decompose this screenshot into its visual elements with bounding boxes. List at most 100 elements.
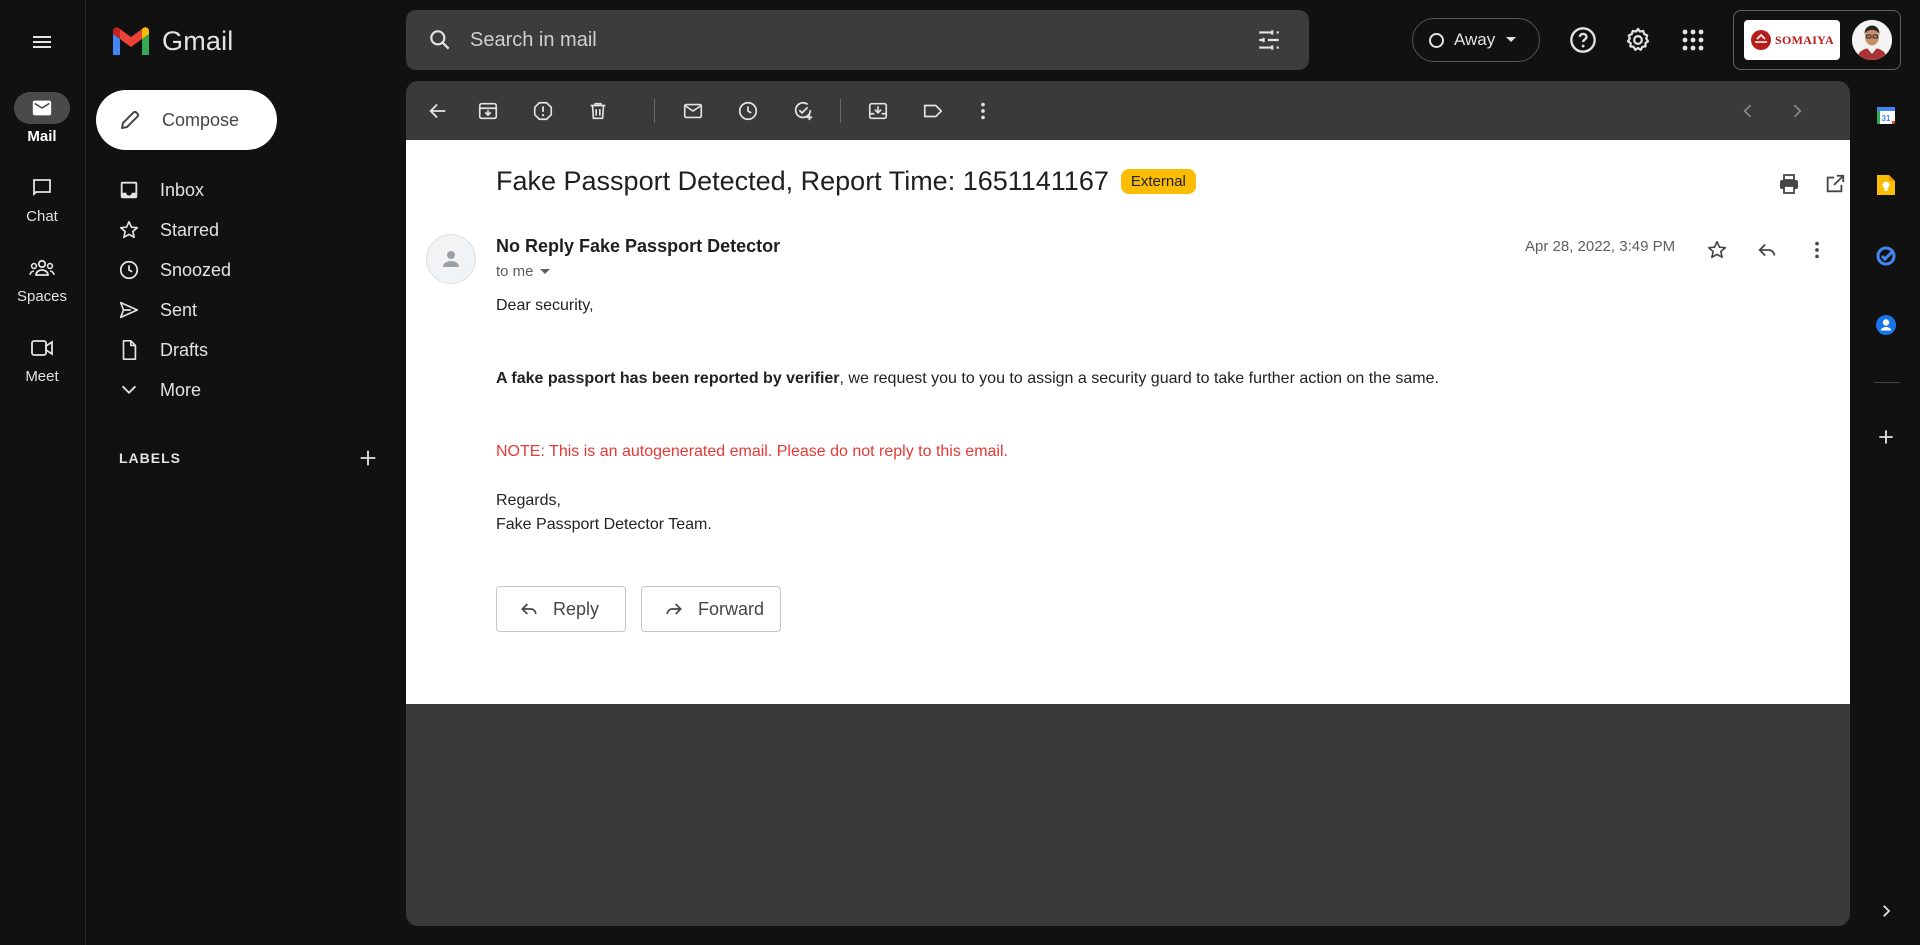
move-to-icon xyxy=(868,102,888,120)
recipient-details[interactable]: to me xyxy=(496,263,550,280)
rail-item-spaces[interactable]: Spaces xyxy=(0,252,84,305)
rail-item-chat[interactable]: Chat xyxy=(0,172,84,225)
search-bar[interactable] xyxy=(406,10,1309,70)
mark-unread-button[interactable] xyxy=(673,91,713,131)
nav-item-starred[interactable]: Starred xyxy=(96,210,396,250)
trash-icon xyxy=(590,102,606,120)
tasks-addon[interactable] xyxy=(1866,236,1906,276)
keep-addon[interactable] xyxy=(1866,165,1906,205)
send-icon xyxy=(119,301,139,319)
menu-icon xyxy=(33,36,51,48)
profile-photo-icon xyxy=(1852,20,1892,60)
nav-label: Snoozed xyxy=(160,259,232,280)
arrow-back-icon xyxy=(429,103,446,119)
mail-icon xyxy=(32,100,52,116)
nav-item-sent[interactable]: Sent xyxy=(96,290,396,330)
search-button[interactable] xyxy=(410,10,470,70)
contacts-addon[interactable] xyxy=(1866,305,1906,345)
tune-icon xyxy=(1259,30,1279,50)
snooze-button[interactable] xyxy=(728,91,768,131)
chat-icon xyxy=(33,179,51,197)
archive-button[interactable] xyxy=(468,91,508,131)
meet-icon xyxy=(31,340,53,356)
apps-grid-icon xyxy=(1682,29,1704,51)
rail-item-meet[interactable]: Meet xyxy=(0,332,84,385)
apps-button[interactable] xyxy=(1673,20,1713,60)
forward-button[interactable]: Forward xyxy=(641,586,781,632)
star-button[interactable] xyxy=(1699,232,1735,268)
message-pane: Fake Passport Detected, Report Time: 165… xyxy=(406,140,1850,704)
svg-text:31: 31 xyxy=(1882,114,1891,123)
compose-button[interactable]: Compose xyxy=(96,90,277,150)
sender-avatar[interactable] xyxy=(426,234,476,284)
nav-item-drafts[interactable]: Drafts xyxy=(96,330,396,370)
avatar xyxy=(1852,20,1892,60)
sender-name[interactable]: No Reply Fake Passport Detector xyxy=(496,236,780,257)
nav-item-more[interactable]: More xyxy=(96,370,396,410)
create-label-button[interactable] xyxy=(352,442,384,474)
nav-item-snoozed[interactable]: Snoozed xyxy=(96,250,396,290)
newer-button[interactable] xyxy=(1728,91,1768,131)
report-spam-button[interactable] xyxy=(523,91,563,131)
calendar-addon[interactable]: 31 xyxy=(1866,95,1906,135)
plus-icon xyxy=(1879,430,1893,444)
organization-logo: SOMAIYA xyxy=(1744,20,1840,60)
body-text: , we request you to you to assign a secu… xyxy=(839,370,1439,387)
label-icon xyxy=(923,104,943,118)
star-outline-icon xyxy=(1707,240,1727,259)
print-button[interactable] xyxy=(1771,166,1807,202)
archive-icon xyxy=(478,102,498,120)
reply-button[interactable]: Reply xyxy=(496,586,626,632)
inbox-icon xyxy=(120,181,138,199)
settings-button[interactable] xyxy=(1618,20,1658,60)
subject-row: Fake Passport Detected, Report Time: 165… xyxy=(496,166,1196,197)
rail-label: Chat xyxy=(26,208,58,225)
nav-label: More xyxy=(160,379,202,400)
compose-label: Compose xyxy=(162,109,240,130)
reply-icon xyxy=(521,603,537,615)
get-addons-button[interactable] xyxy=(1866,417,1906,457)
message-more-button[interactable] xyxy=(1799,232,1835,268)
snooze-clock-icon xyxy=(738,101,758,121)
mark-unread-icon xyxy=(683,103,703,119)
search-options-button[interactable] xyxy=(1241,12,1297,68)
contacts-icon xyxy=(1876,315,1896,335)
support-button[interactable] xyxy=(1563,20,1603,60)
rail-item-mail[interactable]: Mail xyxy=(0,92,84,145)
open-in-new-icon xyxy=(1826,174,1845,193)
forward-label: Forward xyxy=(698,598,765,619)
calendar-icon: 31 xyxy=(1877,107,1895,124)
gmail-logo[interactable]: Gmail xyxy=(110,25,234,57)
regards: Regards, xyxy=(496,492,561,509)
labels-heading: LABELS xyxy=(119,450,181,466)
status-label: Away xyxy=(1454,30,1496,49)
back-button[interactable] xyxy=(418,91,458,131)
side-panel-divider xyxy=(1874,382,1900,383)
status-dot-icon xyxy=(1429,32,1444,48)
search-input[interactable] xyxy=(470,28,1241,52)
chevron-left-icon xyxy=(1743,104,1752,118)
delete-button[interactable] xyxy=(578,91,618,131)
main-menu-button[interactable] xyxy=(22,22,62,62)
show-side-panel-button[interactable] xyxy=(1866,891,1906,931)
labels-button[interactable] xyxy=(913,91,953,131)
nav-label: Starred xyxy=(160,219,220,240)
add-to-tasks-button[interactable] xyxy=(783,91,823,131)
move-to-button[interactable] xyxy=(858,91,898,131)
account-switcher[interactable]: SOMAIYA xyxy=(1733,10,1901,70)
pencil-icon xyxy=(121,110,140,129)
body-paragraph: A fake passport has been reported by ver… xyxy=(496,370,1439,388)
rail-label: Meet xyxy=(25,368,59,385)
open-new-window-button[interactable] xyxy=(1817,166,1850,202)
message-toolbar xyxy=(406,81,1850,140)
status-selector[interactable]: Away xyxy=(1412,18,1540,62)
print-icon xyxy=(1780,174,1798,194)
older-button[interactable] xyxy=(1777,91,1817,131)
reply-icon-button[interactable] xyxy=(1749,232,1785,268)
gear-icon xyxy=(1626,27,1650,51)
nav-item-inbox[interactable]: Inbox xyxy=(96,170,396,210)
more-options-button[interactable] xyxy=(963,91,1003,131)
autogenerated-note: NOTE: This is an autogenerated email. Pl… xyxy=(496,443,1008,460)
nav-label: Drafts xyxy=(160,339,209,360)
external-badge[interactable]: External xyxy=(1120,169,1196,194)
